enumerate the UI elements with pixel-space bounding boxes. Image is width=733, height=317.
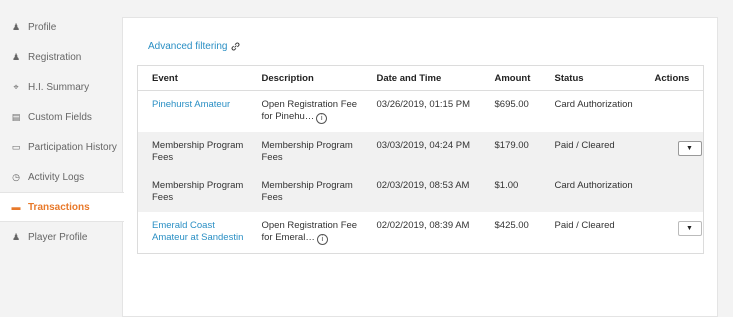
transactions-table: Event Description Date and Time Amount S… [137, 65, 704, 254]
advanced-filtering-label: Advanced filtering [148, 41, 228, 52]
link-icon [231, 42, 239, 51]
description-cell: Membership Program Fees [247, 172, 363, 212]
column-header-amount[interactable]: Amount [480, 65, 541, 91]
event-cell: Membership Program Fees [137, 132, 248, 172]
sidebar-item-label: Transactions [28, 201, 90, 213]
sidebar-item-label: Custom Fields [28, 111, 92, 123]
table-row: Membership Program Fees Membership Progr… [137, 172, 704, 212]
person-icon: ♟ [11, 21, 21, 32]
description-cell: Open Registration Fee for Emeral… i [248, 212, 363, 254]
amount-cell: $1.00 [480, 172, 541, 212]
sidebar-item-label: H.I. Summary [28, 81, 90, 93]
actions-dropdown-button[interactable]: ▼ [677, 221, 702, 236]
table-row: Pinehurst Amateur Open Registration Fee … [138, 91, 704, 133]
person-badge-icon: ♟ [11, 51, 21, 62]
status-cell: Paid / Cleared [540, 132, 647, 172]
event-cell: Membership Program Fees [137, 172, 248, 212]
sidebar-item-label: Activity Logs [28, 171, 85, 183]
column-header-status[interactable]: Status [540, 65, 647, 91]
calendar-icon: ▭ [11, 141, 21, 152]
card-icon: ▬ [11, 202, 21, 212]
actions-cell: ▼ [647, 212, 704, 254]
sidebar-item-label: Participation History [28, 141, 117, 153]
sidebar-item-transactions[interactable]: ▬ Transactions [0, 192, 124, 222]
sidebar-item-profile[interactable]: ♟ Profile [0, 12, 122, 42]
actions-dropdown-button[interactable]: ▼ [677, 141, 702, 156]
form-icon: ▤ [11, 111, 21, 122]
datetime-cell: 02/03/2019, 08:53 AM [362, 172, 481, 212]
info-icon[interactable]: i [316, 234, 328, 245]
table-row: Membership Program Fees Membership Progr… [137, 132, 704, 172]
description-text: Open Registration Fee for Pinehu… [261, 99, 358, 122]
sidebar-item-player-profile[interactable]: ♟ Player Profile [0, 222, 122, 252]
datetime-cell: 02/02/2019, 08:39 AM [376, 220, 470, 231]
datetime-cell: 03/26/2019, 01:15 PM [376, 99, 471, 110]
amount-cell: $425.00 [494, 220, 529, 231]
actions-cell: ▼ [646, 132, 704, 172]
actions-cell [647, 91, 704, 133]
sidebar-item-participation-history[interactable]: ▭ Participation History [0, 132, 122, 162]
event-link[interactable]: Emerald Coast Amateur at Sandestin [138, 212, 248, 254]
transactions-panel: Advanced filtering Event Description Dat… [122, 17, 718, 317]
sidebar-item-activity-logs[interactable]: ◷ Activity Logs [0, 162, 122, 192]
clock-icon: ◷ [12, 171, 20, 182]
table-header-row: Event Description Date and Time Amount S… [137, 65, 704, 91]
column-header-actions: Actions [646, 65, 704, 91]
sidebar-item-label: Registration [28, 51, 82, 63]
sidebar-item-custom-fields[interactable]: ▤ Custom Fields [0, 102, 122, 132]
players-icon: ♟ [11, 231, 21, 242]
status-cell: Paid / Cleared [554, 220, 615, 231]
caret-down-icon: ▼ [686, 224, 693, 232]
status-cell: Card Authorization [554, 99, 633, 110]
actions-cell [646, 172, 704, 212]
info-icon[interactable]: i [316, 113, 328, 124]
description-cell: Open Registration Fee for Pinehu… i [248, 91, 363, 133]
caret-down-icon: ▼ [686, 144, 693, 152]
amount-cell: $179.00 [480, 132, 541, 172]
datetime-cell: 03/03/2019, 04:24 PM [362, 132, 481, 172]
description-text: Open Registration Fee for Emeral… [261, 220, 358, 243]
amount-cell: $695.00 [494, 99, 529, 110]
sidebar-item-registration[interactable]: ♟ Registration [0, 42, 122, 72]
pin-icon: ⌖ [13, 81, 19, 92]
sidebar: ♟ Profile ♟ Registration ⌖ H.I. Summary … [0, 12, 124, 252]
sidebar-item-label: Player Profile [28, 231, 88, 243]
column-header-datetime[interactable]: Date and Time [362, 65, 481, 91]
table-row: Emerald Coast Amateur at Sandestin Open … [138, 212, 704, 254]
column-header-event[interactable]: Event [137, 65, 248, 91]
description-cell: Membership Program Fees [247, 132, 363, 172]
event-link[interactable]: Pinehurst Amateur [138, 91, 248, 133]
advanced-filtering-link[interactable]: Advanced filtering [148, 41, 241, 52]
sidebar-item-label: Profile [28, 21, 57, 33]
sidebar-item-hi-summary[interactable]: ⌖ H.I. Summary [0, 72, 122, 102]
status-cell: Card Authorization [540, 172, 647, 212]
column-header-description[interactable]: Description [247, 65, 363, 91]
